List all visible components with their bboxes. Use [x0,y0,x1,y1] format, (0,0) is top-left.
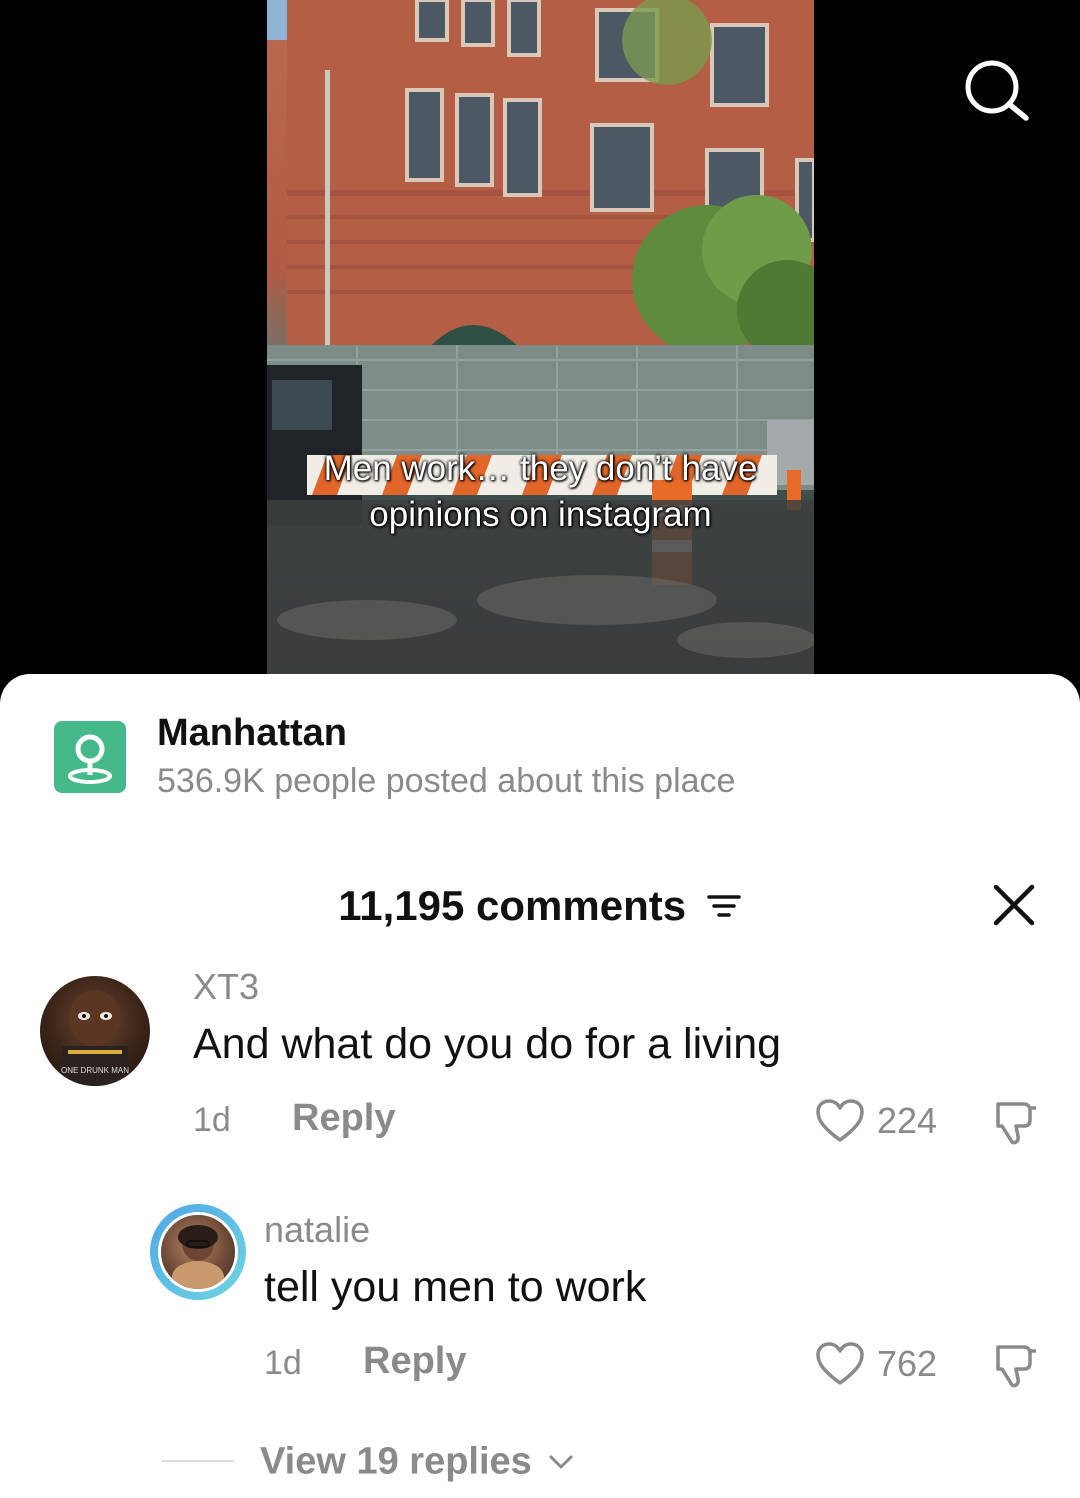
comment-username[interactable]: natalie [264,1209,370,1251]
place-name[interactable]: Manhattan [157,712,347,755]
place-subtitle: 536.9K people posted about this place [157,762,736,800]
comments-sheet: Manhattan 536.9K people posted about thi… [0,674,1080,1498]
dislike-icon[interactable] [990,1341,1040,1391]
search-button[interactable] [960,55,1032,127]
replies-divider [162,1460,234,1462]
like-count: 224 [877,1100,938,1141]
close-button[interactable] [990,881,1038,929]
like-icon[interactable] [815,1098,865,1144]
video-frame[interactable]: Men work… they don’t have opinions on in… [267,0,814,675]
comment-text: tell you men to work [264,1263,647,1311]
like-count: 762 [877,1343,938,1384]
filter-icon[interactable] [706,882,742,930]
comments-header: 11,195 comments [0,879,1080,930]
chevron-down-icon [549,1455,573,1469]
video-player[interactable]: Men work… they don’t have opinions on in… [0,0,1080,700]
view-replies-label: View 19 replies [260,1440,532,1483]
location-pin-icon[interactable] [54,721,126,793]
view-replies-button[interactable]: View 19 replies [260,1439,574,1483]
search-icon [965,60,1029,121]
close-icon [993,884,1035,926]
dislike-icon[interactable] [990,1098,1040,1148]
reply-button[interactable]: Reply [363,1340,466,1383]
like-icon[interactable] [815,1341,865,1387]
avatar-caption: ONE DRUNK MAN [61,1066,129,1075]
comment-username[interactable]: XT3 [193,966,259,1008]
comment-time: 1d [193,1101,231,1139]
comment-time: 1d [264,1344,302,1382]
avatar[interactable] [158,1212,238,1292]
reply-button[interactable]: Reply [292,1097,395,1140]
video-scene [267,0,814,675]
comments-count: 11,195 comments [338,881,687,929]
avatar[interactable]: ONE DRUNK MAN [40,976,150,1086]
video-caption: Men work… they don’t have opinions on in… [323,449,758,534]
comment-text: And what do you do for a living [193,1020,782,1068]
